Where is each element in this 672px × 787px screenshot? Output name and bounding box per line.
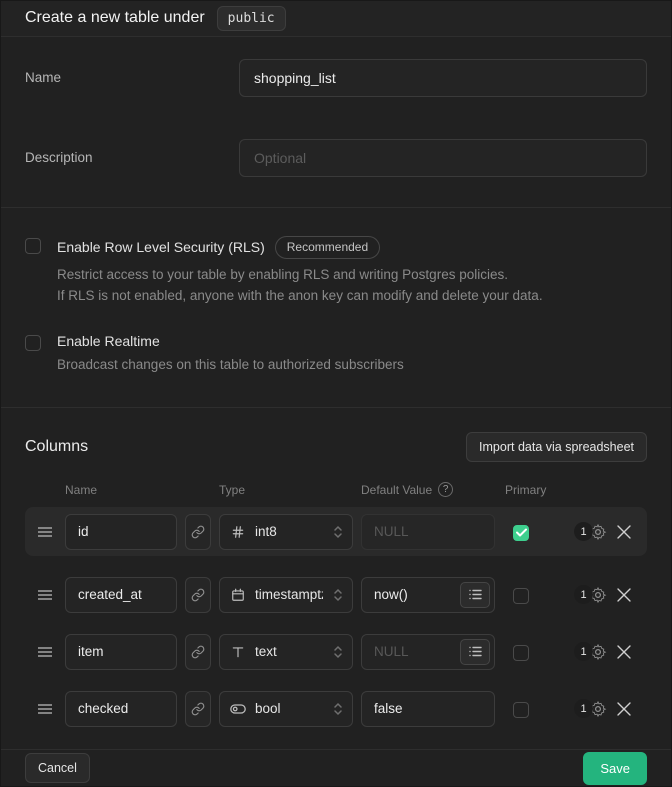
column-type-select[interactable]: text <box>219 634 353 670</box>
help-icon[interactable]: ? <box>438 482 453 497</box>
primary-checkbox[interactable] <box>513 588 529 604</box>
name-label: Name <box>25 70 239 85</box>
header-default-value: Default Value <box>361 483 432 497</box>
column-type-select[interactable]: int8 <box>219 514 353 550</box>
table-details-section: Name Description <box>1 37 671 208</box>
rls-label: Enable Row Level Security (RLS) <box>57 239 265 255</box>
column-name-input[interactable] <box>65 514 177 550</box>
header-name: Name <box>65 483 177 497</box>
drag-handle-icon[interactable] <box>37 645 57 659</box>
columns-heading: Columns <box>25 438 88 456</box>
primary-checkbox[interactable] <box>513 702 529 718</box>
default-suggestions-icon[interactable] <box>460 639 490 665</box>
foreign-key-link-icon[interactable] <box>185 514 211 550</box>
column-name-input[interactable] <box>65 691 177 727</box>
column-row-id: int8 1 <box>25 507 647 556</box>
options-section: Enable Row Level Security (RLS) Recommen… <box>1 208 671 409</box>
drag-handle-icon[interactable] <box>37 702 57 716</box>
realtime-description: Broadcast changes on this table to autho… <box>57 355 404 376</box>
table-description-input[interactable] <box>239 139 647 177</box>
create-table-dialog: Create a new table under public Name Des… <box>1 1 671 786</box>
columns-header-row: Name Type Default Value ? Primary <box>25 482 647 497</box>
hash-icon <box>230 525 246 539</box>
dialog-header: Create a new table under public <box>1 1 671 37</box>
rls-toggle-block: Enable Row Level Security (RLS) Recommen… <box>25 236 647 307</box>
table-name-input[interactable] <box>239 59 647 97</box>
foreign-key-link-icon[interactable] <box>185 577 211 613</box>
schema-badge: public <box>217 6 286 32</box>
column-row-checked: bool 1 <box>25 684 647 733</box>
text-icon <box>230 645 246 659</box>
rls-description: Restrict access to your table by enablin… <box>57 265 543 307</box>
description-row: Description <box>25 139 647 177</box>
drag-handle-icon[interactable] <box>37 588 57 602</box>
chevron-updown-icon <box>332 588 344 602</box>
save-button[interactable]: Save <box>583 752 647 785</box>
chevron-updown-icon <box>332 525 344 539</box>
column-type-select[interactable]: timestamptz <box>219 577 353 613</box>
calendar-icon <box>230 588 246 602</box>
remove-column-icon[interactable] <box>617 702 631 716</box>
drag-handle-icon[interactable] <box>37 525 57 539</box>
column-name-input[interactable] <box>65 577 177 613</box>
column-row-created-at: timestamptz 1 <box>25 570 647 619</box>
column-name-input[interactable] <box>65 634 177 670</box>
realtime-toggle-block: Enable Realtime Broadcast changes on thi… <box>25 333 647 376</box>
foreign-key-link-icon[interactable] <box>185 634 211 670</box>
toggle-icon <box>230 703 246 715</box>
header-type: Type <box>219 483 353 497</box>
column-type-select[interactable]: bool <box>219 691 353 727</box>
column-row-item: text 1 <box>25 627 647 676</box>
column-default-input <box>361 514 495 550</box>
cancel-button[interactable]: Cancel <box>25 753 90 783</box>
dialog-title: Create a new table under <box>25 9 205 27</box>
column-default-input[interactable] <box>361 691 495 727</box>
recommended-badge: Recommended <box>275 236 380 259</box>
chevron-updown-icon <box>332 702 344 716</box>
dialog-footer: Cancel Save <box>1 750 671 786</box>
remove-column-icon[interactable] <box>617 525 631 539</box>
header-primary: Primary <box>503 483 543 497</box>
realtime-checkbox[interactable] <box>25 335 41 351</box>
columns-section: Columns Import data via spreadsheet Name… <box>1 408 671 750</box>
foreign-key-link-icon[interactable] <box>185 691 211 727</box>
primary-checkbox[interactable] <box>513 525 529 541</box>
rls-checkbox[interactable] <box>25 238 41 254</box>
description-label: Description <box>25 150 239 165</box>
name-row: Name <box>25 59 647 97</box>
import-spreadsheet-button[interactable]: Import data via spreadsheet <box>466 432 647 462</box>
primary-checkbox[interactable] <box>513 645 529 661</box>
realtime-label: Enable Realtime <box>57 333 160 349</box>
chevron-updown-icon <box>332 645 344 659</box>
remove-column-icon[interactable] <box>617 645 631 659</box>
default-suggestions-icon[interactable] <box>460 582 490 608</box>
remove-column-icon[interactable] <box>617 588 631 602</box>
